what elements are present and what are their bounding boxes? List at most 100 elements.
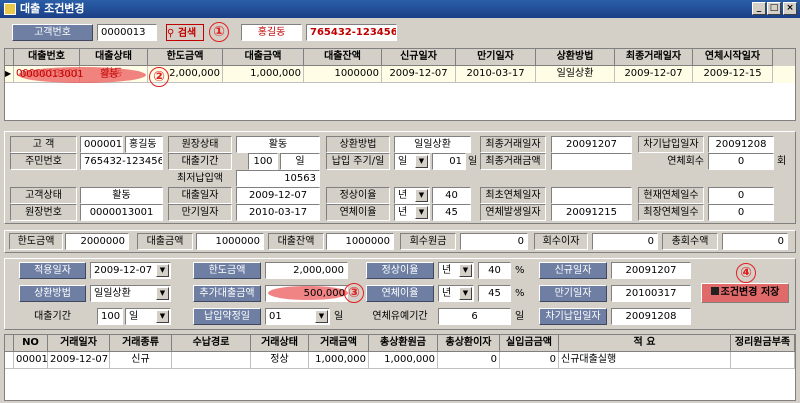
cell-interest[interactable]: 0 <box>438 352 500 369</box>
min-pay-field: 10563 <box>236 170 320 187</box>
col-header[interactable]: 만기일자 <box>456 49 536 66</box>
table-row[interactable]: 00001 2009-12-07 신규 정상 1,000,000 1,000,0… <box>5 352 795 369</box>
chevron-down-icon[interactable]: ▼ <box>459 287 472 300</box>
col-header[interactable]: 신규일자 <box>382 49 456 66</box>
summary-limit-label: 한도금액 <box>9 233 63 250</box>
save-conditions-button[interactable]: 조건변경 저장 <box>701 283 789 303</box>
chevron-down-icon[interactable]: ▼ <box>156 264 169 277</box>
search-button[interactable]: ⚲ 검색 <box>166 24 204 41</box>
loan-period-label: 대출기간 <box>168 153 232 170</box>
binoculars-icon: ⚲ <box>167 28 175 39</box>
col-header[interactable]: 총상환이자 <box>438 335 500 352</box>
chevron-down-icon[interactable]: ▼ <box>415 206 428 219</box>
change-period-label: 대출기간 <box>34 311 71 322</box>
col-header[interactable]: 총상환원금 <box>369 335 438 352</box>
first-overdue-date-field <box>551 187 632 204</box>
cell-channel[interactable] <box>172 352 251 369</box>
change-repay-select[interactable]: 일일상환 ▼ <box>90 285 171 302</box>
col-header[interactable]: 정리원금부족 <box>731 335 795 352</box>
cell-tx-type[interactable]: 신규 <box>110 352 172 369</box>
normal-rate-unit-select[interactable]: 년 ▼ <box>394 187 430 204</box>
overdue-rate-unit-select[interactable]: 년 ▼ <box>394 204 430 221</box>
change-period-input[interactable]: 100 <box>97 308 123 325</box>
chevron-down-icon[interactable]: ▼ <box>459 264 472 277</box>
chevron-down-icon[interactable]: ▼ <box>415 189 428 202</box>
col-header[interactable]: 대출잔액 <box>304 49 382 66</box>
cust-status-field: 활동 <box>80 187 163 204</box>
cell-deposit[interactable]: 0 <box>500 352 559 369</box>
maximize-button[interactable]: □ <box>767 2 781 15</box>
col-header[interactable]: 거래금액 <box>309 335 369 352</box>
window-titlebar: 대출 조건변경 _ □ × <box>0 0 800 18</box>
chevron-down-icon[interactable]: ▼ <box>156 287 169 300</box>
next-pay-date-label: 차기납입일자 <box>638 136 704 153</box>
col-header[interactable]: 대출금액 <box>223 49 304 66</box>
change-new-date-field: 20091207 <box>611 262 691 279</box>
summary-recovered-field: 0 <box>460 233 528 250</box>
col-header[interactable]: 수납경로 <box>172 335 251 352</box>
change-period-unit-value: 일 <box>129 311 139 322</box>
cell-shortfall[interactable] <box>731 352 795 369</box>
chevron-down-icon[interactable]: ▼ <box>415 155 428 168</box>
cell-maturity[interactable]: 2010-03-17 <box>456 66 536 83</box>
col-header[interactable]: 거래일자 <box>48 335 110 352</box>
customer-name-field: 홍길동 <box>241 24 302 41</box>
marker-2: ② <box>149 67 169 87</box>
loan-grid: 대출번호 대출상태 한도금액 대출금액 대출잔액 신규일자 만기일자 상환방법 … <box>4 48 796 121</box>
min-pay-label: 최저납입액 <box>177 173 223 184</box>
pay-day-select[interactable]: 01 ▼ <box>265 308 330 325</box>
minimize-button[interactable]: _ <box>752 2 766 15</box>
col-header[interactable]: 대출상태 <box>80 49 148 66</box>
cell-principal[interactable]: 1,000,000 <box>369 352 438 369</box>
close-button[interactable]: × <box>783 2 797 15</box>
customer-no-input[interactable]: 0000013 <box>97 24 157 41</box>
cell-last-tx-date[interactable]: 2009-12-07 <box>615 66 693 83</box>
col-header[interactable]: 거래종류 <box>110 335 172 352</box>
col-header[interactable]: 연체시작일자 <box>693 49 773 66</box>
col-header[interactable]: 적 요 <box>559 335 731 352</box>
cell-loan-amount[interactable]: 1,000,000 <box>223 66 304 83</box>
last-tx-date-field: 20091207 <box>551 136 632 153</box>
change-overdue-rate-input[interactable]: 45 <box>478 285 511 302</box>
col-header[interactable]: 거래상태 <box>251 335 309 352</box>
pay-cycle-select[interactable]: 일 ▼ <box>394 153 430 170</box>
transaction-grid: NO 거래일자 거래종류 수납경로 거래상태 거래금액 총상환원금 총상환이자 … <box>4 334 796 401</box>
marker-4: ④ <box>736 263 756 283</box>
cell-balance[interactable]: 1000000 <box>304 66 382 83</box>
cell-memo[interactable]: 신규대출실행 <box>559 352 731 369</box>
col-header[interactable]: 최종거래일자 <box>615 49 693 66</box>
pay-day-value: 01 <box>269 311 282 322</box>
overdue-count-label: 연체회수 <box>667 156 704 167</box>
save-conditions-label: 조건변경 저장 <box>720 287 780 298</box>
app-icon <box>4 3 16 15</box>
change-normal-rate-unit-select[interactable]: 년 ▼ <box>438 262 474 279</box>
col-header[interactable]: 대출번호 <box>14 49 80 66</box>
change-overdue-rate-unit-select[interactable]: 년 ▼ <box>438 285 474 302</box>
change-overdue-rate-unit-value: 년 <box>442 288 452 299</box>
chevron-down-icon[interactable]: ▼ <box>156 310 169 323</box>
col-header[interactable]: NO <box>14 335 48 352</box>
chevron-down-icon[interactable]: ▼ <box>315 310 328 323</box>
cell-overdue-start[interactable]: 2009-12-15 <box>693 66 773 83</box>
loan-period-field: 100 <box>248 153 278 170</box>
change-new-date-label: 신규일자 <box>539 262 607 279</box>
cell-tx-amount[interactable]: 1,000,000 <box>309 352 369 369</box>
apply-date-picker[interactable]: 2009-12-07 ▼ <box>90 262 171 279</box>
change-maturity-label: 만기일자 <box>539 285 607 302</box>
change-period-unit-select[interactable]: 일 ▼ <box>125 308 171 325</box>
col-header[interactable]: 실입금금액 <box>500 335 559 352</box>
cell-new-date[interactable]: 2009-12-07 <box>382 66 456 83</box>
col-header[interactable]: 상환방법 <box>536 49 615 66</box>
col-header[interactable]: 한도금액 <box>148 49 223 66</box>
cell-tx-date[interactable]: 2009-12-07 <box>48 352 110 369</box>
overdue-occur-label: 연체발생일자 <box>480 204 546 221</box>
cell-no[interactable]: 00001 <box>14 352 48 369</box>
grace-input[interactable]: 6 <box>438 308 511 325</box>
cell-repay-method[interactable]: 일일상환 <box>536 66 615 83</box>
summary-recovered-label: 회수원금 <box>400 233 456 250</box>
change-normal-rate-input[interactable]: 40 <box>478 262 511 279</box>
change-limit-input[interactable]: 2,000,000 <box>265 262 348 279</box>
customer-no-field: 0000013 <box>80 136 123 153</box>
overdue-count-field: 0 <box>708 153 774 170</box>
cell-tx-status[interactable]: 정상 <box>251 352 309 369</box>
